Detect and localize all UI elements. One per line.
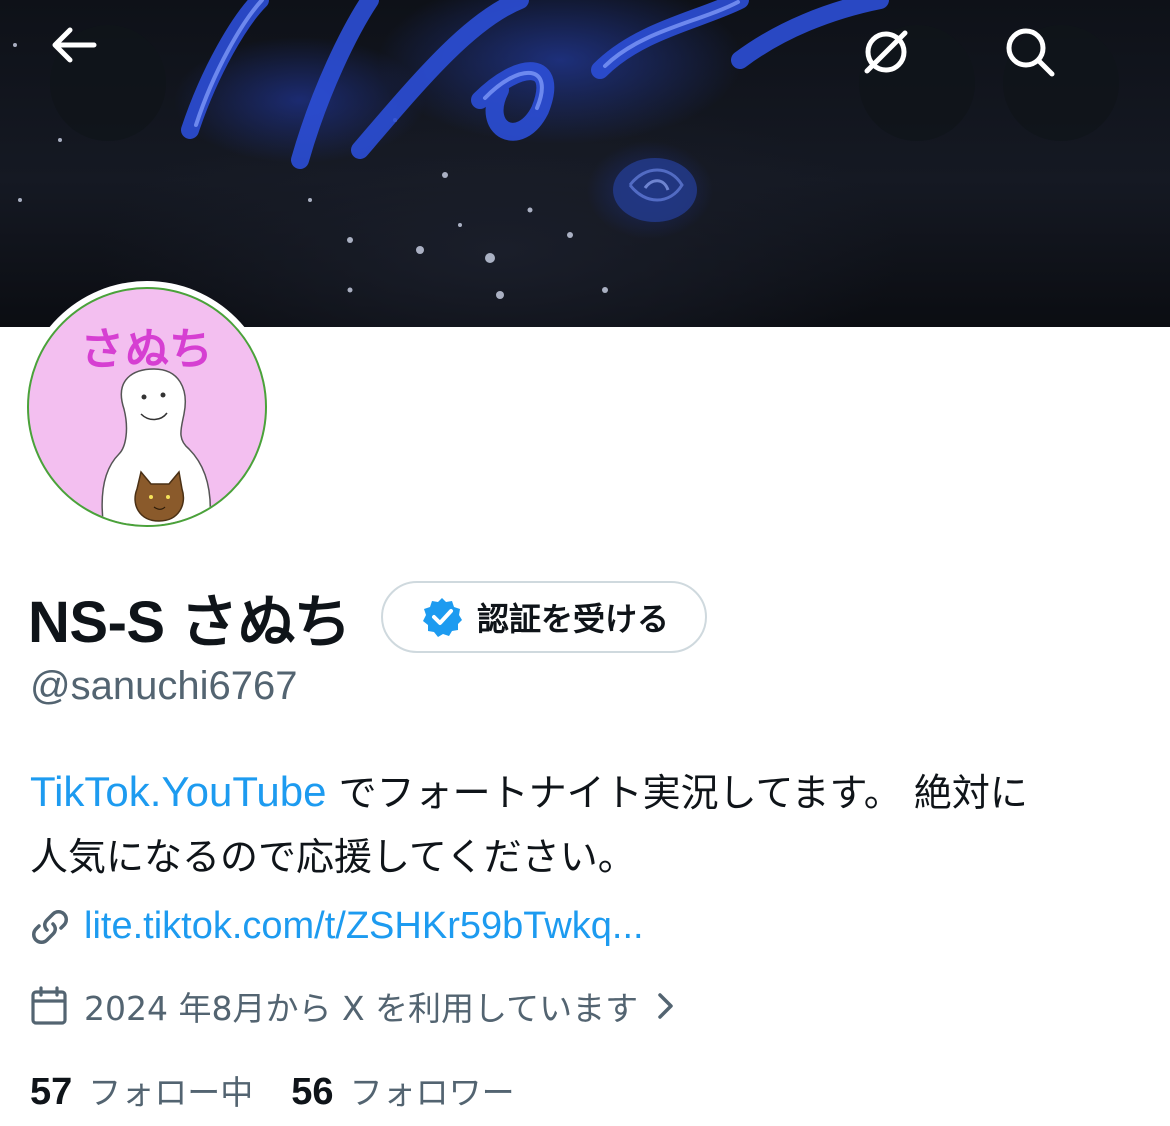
user-handle: @sanuchi6767 (30, 664, 298, 708)
following-count: 57 (30, 1071, 73, 1113)
profile-avatar[interactable]: さぬち (21, 281, 273, 533)
chevron-right-icon (658, 993, 673, 1019)
bio-text-line1: でフォートナイト実況してます。 絶対に (326, 771, 1028, 815)
back-button[interactable] (50, 25, 166, 141)
followers-link[interactable]: 56 フォロワー (291, 1066, 514, 1114)
bio-link[interactable]: TikTok.YouTube (30, 768, 327, 815)
link-icon (32, 909, 68, 944)
bio-text-line2: 人気になるので応援してください。 (30, 835, 636, 879)
follow-stats: 57 フォロー中 56 フォロワー (30, 1066, 553, 1114)
avatar-image: さぬち (27, 287, 267, 527)
joined-date-row[interactable]: 2024 年8月から X を利用しています (30, 982, 680, 1030)
joined-date-text: 2024 年8月から X を利用しています (84, 989, 639, 1028)
search-icon (1006, 28, 1055, 77)
avatar-character-art (101, 368, 212, 525)
get-verified-button[interactable]: 認証を受ける (380, 581, 707, 653)
profile-banner[interactable] (0, 0, 1170, 327)
calendar-icon (31, 986, 67, 1025)
grok-icon (864, 30, 908, 74)
following-label: フォロー中 (88, 1073, 254, 1112)
profile-bio: TikTok.YouTube でフォートナイト実況してます。 絶対に 人気になる… (30, 760, 1140, 889)
profile-url-row: lite.tiktok.com/t/ZSHKr59bTwkq... (30, 905, 644, 948)
following-link[interactable]: 57 フォロー中 (30, 1066, 253, 1114)
name-row: NS-S さぬち 認証を受ける (28, 575, 707, 659)
followers-count: 56 (291, 1071, 334, 1113)
profile-url-link[interactable]: lite.tiktok.com/t/ZSHKr59bTwkq... (84, 905, 644, 948)
followers-label: フォロワー (349, 1073, 515, 1112)
grok-button[interactable] (859, 25, 975, 141)
arrow-left-icon (52, 27, 97, 63)
get-verified-label: 認証を受ける (476, 600, 669, 638)
banner-art (13, 0, 889, 299)
search-button[interactable] (1003, 25, 1119, 141)
display-name: NS-S さぬち (28, 590, 351, 655)
verified-badge-icon (422, 598, 462, 637)
